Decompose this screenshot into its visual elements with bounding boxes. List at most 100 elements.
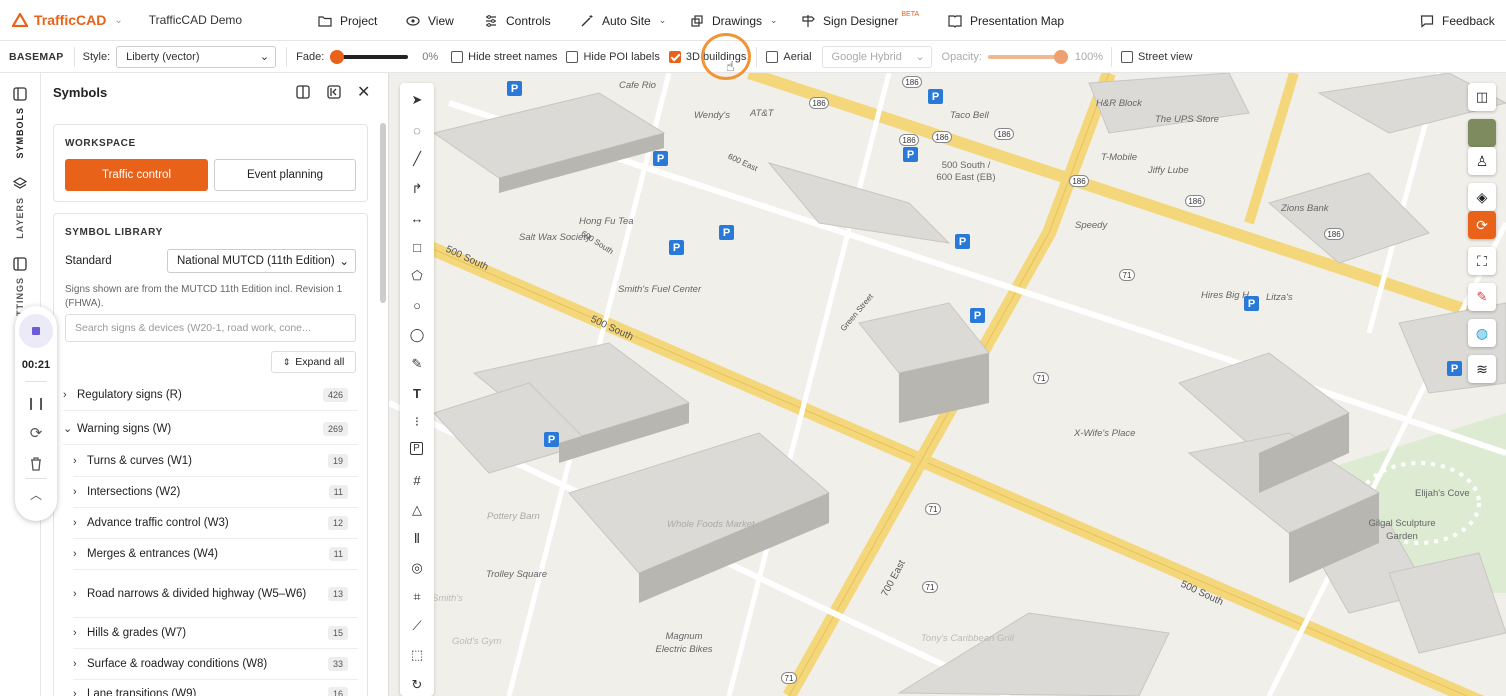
stop-recording-button[interactable] xyxy=(19,314,53,348)
nav-controls[interactable]: Controls xyxy=(484,0,551,41)
search-placeholder: Search signs & devices (W20-1, road work… xyxy=(75,322,311,334)
checkbox[interactable] xyxy=(766,50,779,63)
symbol-search-input[interactable]: Search signs & devices (W20-1, road work… xyxy=(65,314,356,342)
selection-box-icon[interactable]: ⬚ xyxy=(408,646,426,664)
subcategory-w9[interactable]: › Lane transitions (W9) 16 xyxy=(73,680,358,696)
line-icon[interactable]: ╱ xyxy=(408,150,426,168)
cone-icon[interactable]: Ⅱ xyxy=(408,530,426,548)
parking-icon: P xyxy=(669,240,684,255)
opacity-handle[interactable] xyxy=(1053,49,1068,64)
path-nodes-icon[interactable]: △ xyxy=(408,501,426,519)
barrier-icon[interactable]: ⌗ xyxy=(408,588,426,606)
aerial-source-select[interactable]: Google Hybrid ⌄ xyxy=(821,45,932,68)
subcategory-w4[interactable]: › Merges & entrances (W4) 11 xyxy=(73,539,358,570)
hide-street-names-checkbox[interactable]: Hide street names xyxy=(451,50,557,63)
poi-label: Smith's xyxy=(432,593,463,604)
subcategory-w2[interactable]: › Intersections (W2) 11 xyxy=(73,477,358,508)
traffic-control-button[interactable]: Traffic control xyxy=(65,159,208,191)
fullscreen-button[interactable]: ⛶ xyxy=(1468,247,1496,275)
magic-wand-icon xyxy=(581,14,593,26)
pencil-icon[interactable]: ✎ xyxy=(408,355,426,373)
route-shield: 186 xyxy=(902,76,922,88)
nav-view[interactable]: View xyxy=(406,0,454,41)
aerial-checkbox[interactable]: Aerial xyxy=(766,50,812,63)
rectangle-icon[interactable]: □ xyxy=(408,238,426,256)
parking-icon: P xyxy=(719,225,734,240)
layer-stack-button[interactable]: ≋ xyxy=(1468,355,1496,383)
hide-poi-labels-checkbox[interactable]: Hide POI labels xyxy=(566,50,660,63)
ellipse-icon[interactable]: ◯ xyxy=(408,326,426,344)
checkbox[interactable] xyxy=(451,50,464,63)
style-select[interactable]: Liberty (vector) ⌄ xyxy=(116,45,277,68)
text-icon[interactable]: T xyxy=(408,384,426,402)
fade-handle[interactable] xyxy=(330,49,345,64)
curve-icon[interactable]: ↱ xyxy=(408,180,426,198)
feedback-button[interactable]: Feedback xyxy=(1420,0,1495,41)
panel-scrollbar[interactable] xyxy=(380,123,386,303)
expand-all-button[interactable]: ⇕ Expand all xyxy=(271,351,356,373)
close-icon[interactable]: ✕ xyxy=(357,82,370,102)
subcategory-w7[interactable]: › Hills & grades (W7) 15 xyxy=(73,618,358,649)
parking-tool-icon[interactable]: P xyxy=(410,442,423,455)
map-canvas[interactable]: 500 South 600 South 500 South 700 East G… xyxy=(389,73,1506,696)
subcategory-w3[interactable]: › Advance traffic control (W3) 12 xyxy=(73,508,358,539)
poi-label: Speedy xyxy=(1075,220,1108,231)
fade-slider[interactable] xyxy=(330,49,409,64)
lasso-icon[interactable]: ◌ xyxy=(408,121,426,139)
nav-presentation-map[interactable]: Presentation Map xyxy=(948,0,1064,41)
sign-icon[interactable]: ⁝ xyxy=(408,413,426,431)
checkbox-checked[interactable] xyxy=(668,50,681,63)
target-icon[interactable]: ◎ xyxy=(408,559,426,577)
opacity-slider[interactable] xyxy=(987,49,1068,64)
nav-project[interactable]: Project xyxy=(318,0,377,41)
dimension-icon[interactable]: ↔ xyxy=(408,209,426,227)
rail-tab-layers[interactable]: LAYERS xyxy=(8,177,32,239)
circle-icon[interactable]: ○ xyxy=(408,296,426,314)
rotate-icon[interactable]: ↻ xyxy=(408,676,426,694)
rail-tab-symbols[interactable]: SYMBOLS xyxy=(8,87,32,159)
restart-icon[interactable]: ⟳ xyxy=(15,424,57,442)
trash-icon[interactable] xyxy=(29,456,43,474)
dock-panel-icon[interactable] xyxy=(296,85,310,102)
project-name[interactable]: TrafficCAD Demo xyxy=(149,13,242,27)
panel-icon xyxy=(13,257,27,271)
select-pointer-icon[interactable]: ➤ xyxy=(408,91,426,109)
brand-menu[interactable]: TrafficCAD ⌄ xyxy=(12,12,123,28)
pause-icon[interactable]: ❙❙ xyxy=(15,396,57,410)
layers-button[interactable]: ◈ xyxy=(1468,183,1496,211)
polygon-icon[interactable]: ⬠ xyxy=(408,267,426,285)
category-warning[interactable]: ⌄ Warning signs (W) 269 xyxy=(63,413,358,445)
route-shield: 186 xyxy=(1185,195,1205,207)
chat-icon xyxy=(1420,14,1434,28)
sliders-icon xyxy=(486,14,496,27)
rail-symbols-label: SYMBOLS xyxy=(15,107,25,159)
chevron-up-icon[interactable]: ︿ xyxy=(15,486,57,503)
subcategory-label: Turns & curves (W1) xyxy=(87,455,193,467)
collapse-panel-icon[interactable] xyxy=(327,85,341,102)
poi-label: Taco Bell xyxy=(950,110,989,121)
street-view-checkbox[interactable]: Street view xyxy=(1121,50,1192,63)
subcategory-w5-w6[interactable]: › Road narrows & divided highway (W5–W6)… xyxy=(73,570,358,618)
subcategory-label: Road narrows & divided highway (W5–W6) xyxy=(87,587,307,600)
checkbox[interactable] xyxy=(1121,50,1134,63)
crosswalk-icon[interactable]: # xyxy=(408,471,426,489)
nav-auto-site[interactable]: Auto Site ⌄ xyxy=(580,0,666,41)
street-view-pegman-button[interactable]: ♙ xyxy=(1468,147,1496,175)
category-regulatory[interactable]: › Regulatory signs (R) 426 xyxy=(63,379,358,411)
chevron-down-icon: ⌄ xyxy=(770,15,778,25)
measure-icon[interactable]: ⟋ xyxy=(408,617,426,635)
split-view-button[interactable]: ◫ xyxy=(1468,83,1496,111)
route-tool-button[interactable]: ⟳ xyxy=(1468,211,1496,239)
checkbox[interactable] xyxy=(566,50,579,63)
event-planning-button[interactable]: Event planning xyxy=(214,159,356,191)
subcategory-w8[interactable]: › Surface & roadway conditions (W8) 33 xyxy=(73,649,358,680)
standard-select[interactable]: National MUTCD (11th Edition) ⌄ xyxy=(167,249,356,273)
route-shield: 71 xyxy=(781,672,797,684)
aerial-preview-button[interactable] xyxy=(1468,119,1496,147)
subcategory-w1[interactable]: › Turns & curves (W1) 19 xyxy=(73,446,358,477)
nav-sign-designer[interactable]: Sign Designer BETA xyxy=(801,0,919,41)
stop-icon xyxy=(32,327,40,335)
pegman-icon: ♙ xyxy=(1475,152,1489,169)
globe-button[interactable]: ◍ xyxy=(1468,319,1496,347)
pin-button[interactable]: ✎ xyxy=(1468,283,1496,311)
